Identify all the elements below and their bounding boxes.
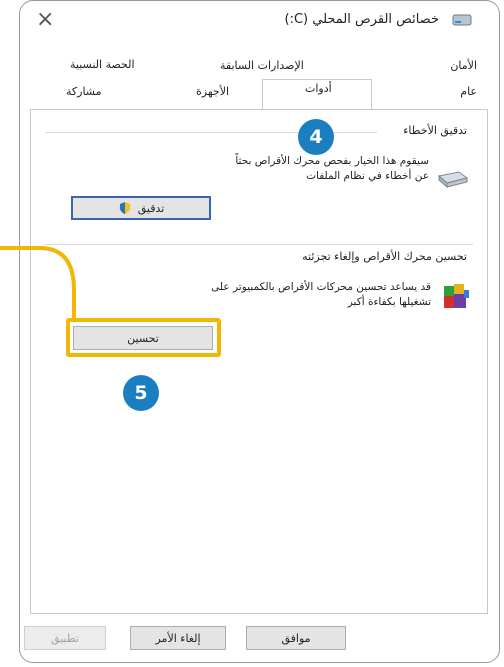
error-checking-title: تدقيق الأخطاء (403, 124, 467, 137)
apply-button-label: تطبيق (51, 631, 79, 645)
shield-icon (119, 202, 130, 214)
cancel-button-label: إلغاء الأمر (155, 631, 201, 645)
tab-quota[interactable]: الحصة النسبية (70, 58, 135, 71)
check-button-label: تدقيق (137, 201, 165, 215)
tab-general[interactable]: عام (460, 85, 477, 98)
tab-tools[interactable]: أدوات (305, 82, 332, 95)
step-4-number: 4 (309, 126, 323, 148)
step-5-badge: 5 (123, 375, 159, 411)
optimize-desc-line2: تشغيلها بكفاءة أكبر (347, 296, 431, 308)
close-icon[interactable]: × (36, 7, 54, 32)
tab-previous-versions[interactable]: الإصدارات السابقة (220, 59, 304, 72)
error-checking-desc-line2: عن أخطاء في نظام الملفات (306, 170, 429, 182)
title-bar: × خصائص القرص المحلي (C:) (20, 1, 499, 41)
optimize-description: قد يساعد تحسين محركات الأقراص بالكمبيوتر… (91, 280, 431, 310)
optimize-title: تحسين محرك الأقراص وإلغاء تجزئته (302, 250, 467, 263)
divider (45, 244, 473, 245)
tools-panel: تدقيق الأخطاء سيقوم هذا الخيار بفحص محرك… (30, 109, 488, 614)
tab-sharing[interactable]: مشاركة (66, 85, 102, 98)
tab-security[interactable]: الأمان (450, 59, 477, 72)
step-5-number: 5 (134, 382, 148, 404)
dialog-footer: موافق إلغاء الأمر تطبيق (20, 616, 499, 662)
check-button[interactable]: تدقيق (71, 196, 211, 220)
defrag-icon (444, 284, 469, 308)
step-4-badge: 4 (298, 119, 334, 155)
optimize-highlight-frame (66, 318, 221, 357)
cancel-button[interactable]: إلغاء الأمر (130, 626, 226, 650)
error-checking-description: سيقوم هذا الخيار بفحص محرك الأقراص بحثاً… (99, 154, 429, 184)
apply-button[interactable]: تطبيق (24, 626, 106, 650)
error-checking-desc-line1: سيقوم هذا الخيار بفحص محرك الأقراص بحثاً (235, 155, 429, 167)
optimize-desc-line1: قد يساعد تحسين محركات الأقراص بالكمبيوتر… (211, 281, 431, 293)
hard-drive-icon (437, 171, 469, 189)
ok-button[interactable]: موافق (246, 626, 346, 650)
window-title: خصائص القرص المحلي (C:) (284, 12, 439, 27)
ok-button-label: موافق (281, 631, 311, 645)
tab-hardware[interactable]: الأجهزة (196, 85, 229, 98)
drive-icon (452, 14, 472, 26)
